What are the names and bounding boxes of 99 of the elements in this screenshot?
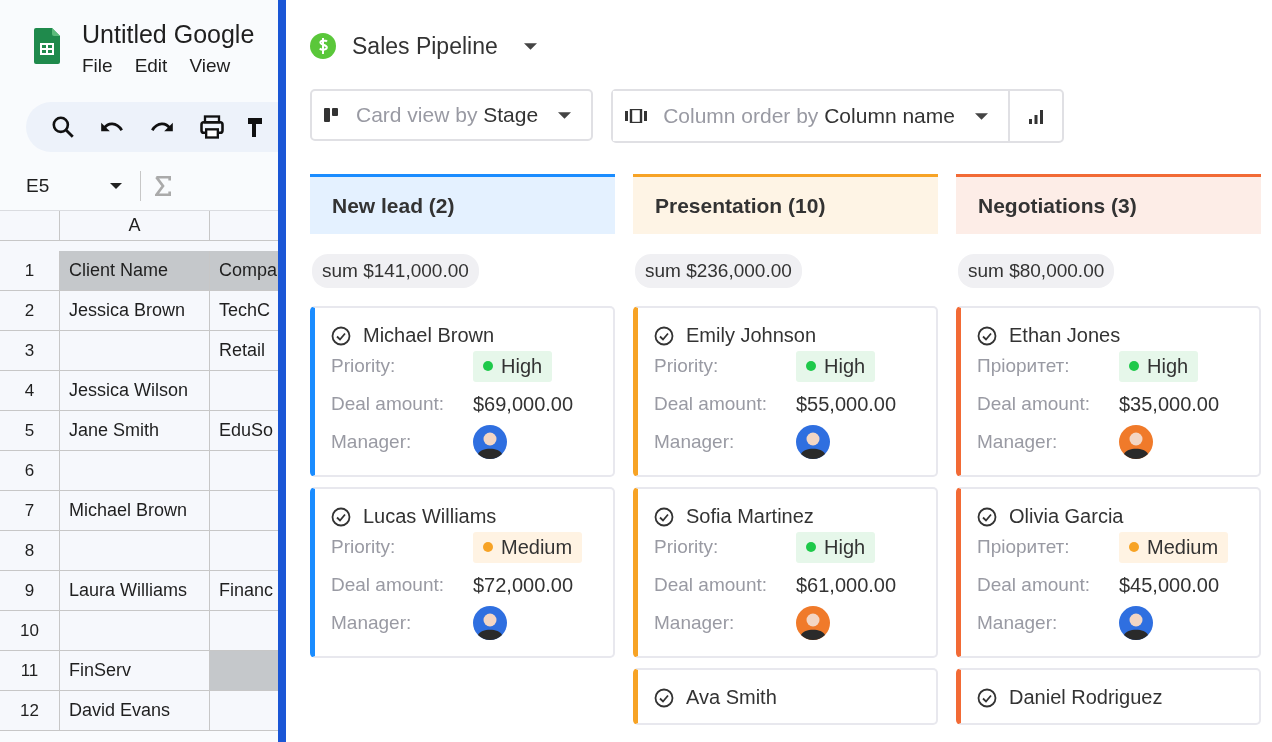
sum-badge: sum $236,000.00 <box>635 254 802 288</box>
column-header: New lead (2) <box>310 174 615 234</box>
priority-tag: Medium <box>473 531 583 563</box>
bar-chart-icon <box>1027 108 1044 124</box>
deal-name: Michael Brown <box>363 324 495 347</box>
row-header[interactable]: 4 <box>0 371 60 411</box>
field-label: Manager: <box>331 612 413 634</box>
table-cell: Jessica Wilson <box>60 371 210 411</box>
table-cell: David Evans <box>60 691 210 731</box>
search-icon[interactable] <box>50 114 76 140</box>
column-header: Presentation (10) <box>633 174 938 234</box>
name-box[interactable]: E5 <box>26 175 110 197</box>
board-title: Sales Pipeline <box>352 32 498 60</box>
menu-item[interactable]: Edit <box>134 55 168 77</box>
row-header[interactable]: 6 <box>0 451 60 491</box>
dropdown-caret-icon[interactable] <box>110 183 122 189</box>
priority-tag: High <box>796 350 876 382</box>
check-circle-icon[interactable] <box>331 325 351 346</box>
field-label: Manager: <box>977 431 1059 453</box>
spreadsheet-logo-icon <box>34 28 60 64</box>
row-header[interactable]: 8 <box>0 531 60 571</box>
deal-card[interactable]: Ethan Jones Пріоритет: High Deal amount: $35,000.00 Manager: <box>956 306 1261 477</box>
dropdown-caret-icon[interactable] <box>523 42 537 50</box>
check-circle-icon[interactable] <box>654 687 674 708</box>
row-header[interactable]: 10 <box>0 611 60 651</box>
table-cell: Michael Brown <box>60 491 210 531</box>
deal-card[interactable]: Sofia Martinez Priority: High Deal amount: $61,000.00 Manager: <box>633 487 938 658</box>
column-header[interactable]: A <box>60 211 210 241</box>
dropdown-caret-icon <box>558 111 572 119</box>
check-circle-icon[interactable] <box>977 687 997 708</box>
row-header[interactable]: 2 <box>0 291 60 331</box>
deal-amount: $55,000.00 <box>796 392 897 416</box>
deal-card[interactable]: Olivia Garcia Пріоритет: Medium Deal amount: $45,000.00 Manager: <box>956 487 1261 658</box>
row-header[interactable]: 12 <box>0 691 60 731</box>
menu-item[interactable]: File <box>82 55 113 77</box>
deal-name: Lucas Williams <box>363 505 497 528</box>
deal-name: Sofia Martinez <box>686 505 814 528</box>
check-circle-icon[interactable] <box>977 325 997 346</box>
field-label: Priority: <box>331 355 397 377</box>
deal-card[interactable]: Ava Smith <box>633 668 938 725</box>
field-label: Deal amount: <box>977 574 1091 596</box>
table-cell: Jane Smith <box>60 411 210 451</box>
field-label: Priority: <box>654 536 720 558</box>
field-label: Deal amount: <box>654 574 768 596</box>
field-label: Пріоритет: <box>977 355 1071 377</box>
deal-name: Emily Johnson <box>686 324 817 347</box>
row-header[interactable]: 5 <box>0 411 60 451</box>
deal-amount: $72,000.00 <box>473 573 574 597</box>
deal-card[interactable]: Daniel Rodriguez <box>956 668 1261 725</box>
column-header: Negotiations (3) <box>956 174 1261 234</box>
deal-amount: $69,000.00 <box>473 392 574 416</box>
sum-badge: sum $141,000.00 <box>312 254 479 288</box>
deal-name: Ethan Jones <box>1009 324 1121 347</box>
priority-tag: High <box>1119 350 1199 382</box>
check-circle-icon[interactable] <box>977 506 997 527</box>
field-label: Deal amount: <box>331 574 445 596</box>
table-cell: Client Name <box>60 251 210 291</box>
field-label: Manager: <box>654 431 736 453</box>
deal-card[interactable]: Lucas Williams Priority: Medium Deal amount: $72,000.00 Manager: <box>310 487 615 658</box>
priority-tag: High <box>796 531 876 563</box>
check-circle-icon[interactable] <box>654 325 674 346</box>
sum-badge: sum $80,000.00 <box>958 254 1115 288</box>
table-cell: Compa <box>210 251 278 291</box>
deal-amount: $35,000.00 <box>1119 392 1220 416</box>
menu-item[interactable]: View <box>189 55 231 77</box>
column-order-dropdown[interactable]: Column order by Column name <box>613 91 1010 141</box>
row-header[interactable]: 9 <box>0 571 60 611</box>
deal-amount: $45,000.00 <box>1119 573 1220 597</box>
deal-name: Ava Smith <box>686 686 777 709</box>
field-label: Deal amount: <box>331 393 445 415</box>
dropdown-caret-icon <box>974 112 988 120</box>
dollar-icon <box>310 33 336 59</box>
priority-tag: High <box>473 350 553 382</box>
print-icon[interactable] <box>198 113 226 141</box>
field-label: Priority: <box>331 536 397 558</box>
field-label: Manager: <box>977 612 1059 634</box>
check-circle-icon[interactable] <box>654 506 674 527</box>
deal-name: Olivia Garcia <box>1009 505 1124 528</box>
document-title: Untitled Google <box>82 20 255 49</box>
field-label: Manager: <box>331 431 413 453</box>
field-label: Priority: <box>654 355 720 377</box>
check-circle-icon[interactable] <box>331 506 351 527</box>
deal-card[interactable]: Emily Johnson Priority: High Deal amount: $55,000.00 Manager: <box>633 306 938 477</box>
field-label: Deal amount: <box>977 393 1091 415</box>
deal-card[interactable]: Michael Brown Priority: High Deal amount: $69,000.00 Manager: <box>310 306 615 477</box>
field-label: Пріоритет: <box>977 536 1071 558</box>
priority-tag: Medium <box>1119 531 1229 563</box>
row-header[interactable]: 11 <box>0 651 60 691</box>
row-header[interactable]: 3 <box>0 331 60 371</box>
columns-icon <box>625 109 648 123</box>
row-header[interactable]: 7 <box>0 491 60 531</box>
deal-name: Daniel Rodriguez <box>1009 686 1163 709</box>
card-view-dropdown[interactable]: Card view by Stage <box>310 89 594 141</box>
card-view-icon <box>324 107 340 123</box>
field-label: Manager: <box>654 612 736 634</box>
table-cell: Laura Williams <box>60 571 210 611</box>
field-label: Deal amount: <box>654 393 768 415</box>
table-cell: Jessica Brown <box>60 291 210 331</box>
deal-amount: $61,000.00 <box>796 573 897 597</box>
